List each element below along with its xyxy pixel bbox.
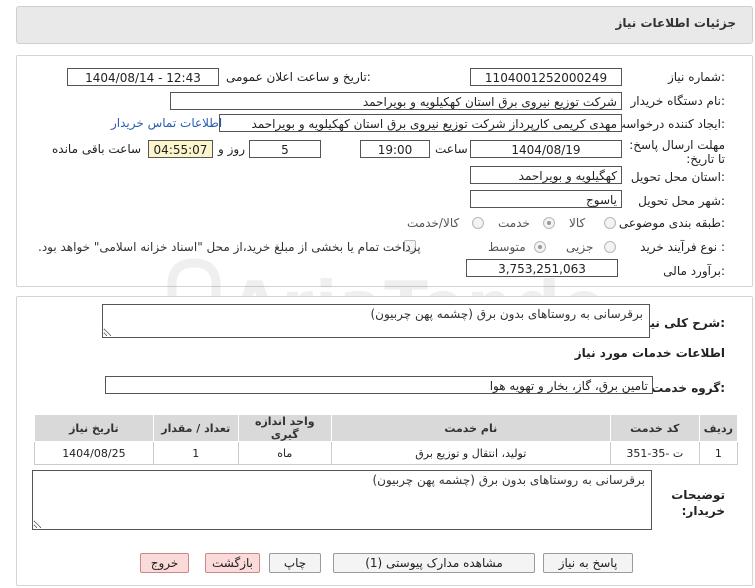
cell-row: 1 xyxy=(698,441,739,465)
category-radio-goods[interactable] xyxy=(604,217,616,229)
creator-label: ایجاد کننده درخواست: xyxy=(614,117,725,131)
back-button[interactable]: بازگشت xyxy=(205,553,260,573)
buyer-org-label: نام دستگاه خریدار: xyxy=(630,94,726,108)
services-table: ردیف کد خدمت نام خدمت واحد اندازه گیری ت… xyxy=(34,414,739,465)
service-group-label: گروه خدمت: xyxy=(651,381,725,395)
col-unit: واحد اندازه گیری xyxy=(237,414,332,442)
col-service-code: کد خدمت xyxy=(609,414,700,442)
remaining-label: ساعت باقی مانده xyxy=(52,142,142,156)
need-number-label: شماره نیاز: xyxy=(667,70,725,84)
col-service-name: نام خدمت xyxy=(330,414,611,442)
cell-unit: ماه xyxy=(237,441,332,465)
category-radio-service[interactable] xyxy=(543,217,555,229)
days-label: روز و xyxy=(218,142,245,156)
attachments-button[interactable]: مشاهده مدارک پیوستی (1) xyxy=(333,553,535,573)
announce-label: تاریخ و ساعت اعلان عمومی: xyxy=(226,70,371,84)
cell-need-date: 1404/08/25 xyxy=(34,441,154,465)
services-info-title: اطلاعات خدمات مورد نیاز xyxy=(574,346,725,360)
creator-field: مهدی کریمی کارپرداز شرکت توزیع نیروی برق… xyxy=(219,114,622,132)
need-number-field: 1104001252000249 xyxy=(470,68,622,86)
estimate-label: برآورد مالی: xyxy=(663,264,725,278)
cell-quantity: 1 xyxy=(152,441,239,465)
col-need-date: تاریخ نیاز xyxy=(34,414,154,442)
category-label: طبقه بندی موضوعی: xyxy=(618,216,725,230)
time-label: ساعت xyxy=(435,142,468,156)
cell-service-name: تولید، انتقال و توزیع برق xyxy=(330,441,611,465)
city-field: یاسوج xyxy=(470,190,622,208)
col-row: ردیف xyxy=(698,414,739,442)
general-desc-textarea[interactable] xyxy=(102,304,650,338)
buyer-contact-link[interactable]: اطلاعات تماس خریدار xyxy=(111,116,222,130)
remaining-time-field: 04:55:07 xyxy=(148,140,213,158)
treasury-payment-note: پرداخت تمام یا بخشی از مبلغ خرید،از محل … xyxy=(38,240,421,254)
category-option-service: خدمت xyxy=(498,216,530,230)
general-desc-label: شرح کلی نیاز: xyxy=(639,316,725,330)
table-row: 1 ت -35-351 تولید، انتقال و توزیع برق ما… xyxy=(34,441,739,465)
category-option-goods-service: کالا/خدمت xyxy=(407,216,460,230)
days-field: 5 xyxy=(249,140,321,158)
process-radio-medium[interactable] xyxy=(534,241,546,253)
category-option-goods: کالا xyxy=(569,216,586,230)
service-group-field: تامین برق، گاز، بخار و تهویه هوا xyxy=(105,376,653,394)
deadline-time-field: 19:00 xyxy=(360,140,430,158)
deadline-label: مهلت ارسال پاسخ: تا تاریخ: xyxy=(629,138,725,166)
process-option-medium: متوسط xyxy=(488,240,526,254)
category-radio-goods-service[interactable] xyxy=(472,217,484,229)
buyer-notes-label: توضیحات خریدار: xyxy=(671,488,725,518)
exit-button[interactable]: خروج xyxy=(140,553,189,573)
process-radio-minor[interactable] xyxy=(604,241,616,253)
city-label: شهر محل تحویل: xyxy=(638,194,725,208)
process-label: نوع فرآیند خرید : xyxy=(640,240,725,254)
announce-field: 1404/08/14 - 12:43 xyxy=(67,68,219,86)
province-field: کهگیلویه و بویراحمد xyxy=(470,166,622,184)
deadline-date-field: 1404/08/19 xyxy=(470,140,622,158)
col-quantity: تعداد / مقدار xyxy=(152,414,239,442)
services-table-header: ردیف کد خدمت نام خدمت واحد اندازه گیری ت… xyxy=(34,414,739,442)
page-title: جزئیات اطلاعات نیاز xyxy=(615,16,736,30)
province-label: استان محل تحویل: xyxy=(630,170,725,184)
reply-button[interactable]: پاسخ به نیاز xyxy=(543,553,633,573)
cell-service-code: ت -35-351 xyxy=(609,441,700,465)
page-header: جزئیات اطلاعات نیاز xyxy=(16,6,753,44)
print-button[interactable]: چاپ xyxy=(269,553,321,573)
buyer-notes-textarea[interactable] xyxy=(32,470,652,530)
buyer-org-field: شرکت توزیع نیروی برق استان کهکیلویه و بو… xyxy=(170,92,622,110)
process-option-minor: جزیی xyxy=(566,240,594,254)
